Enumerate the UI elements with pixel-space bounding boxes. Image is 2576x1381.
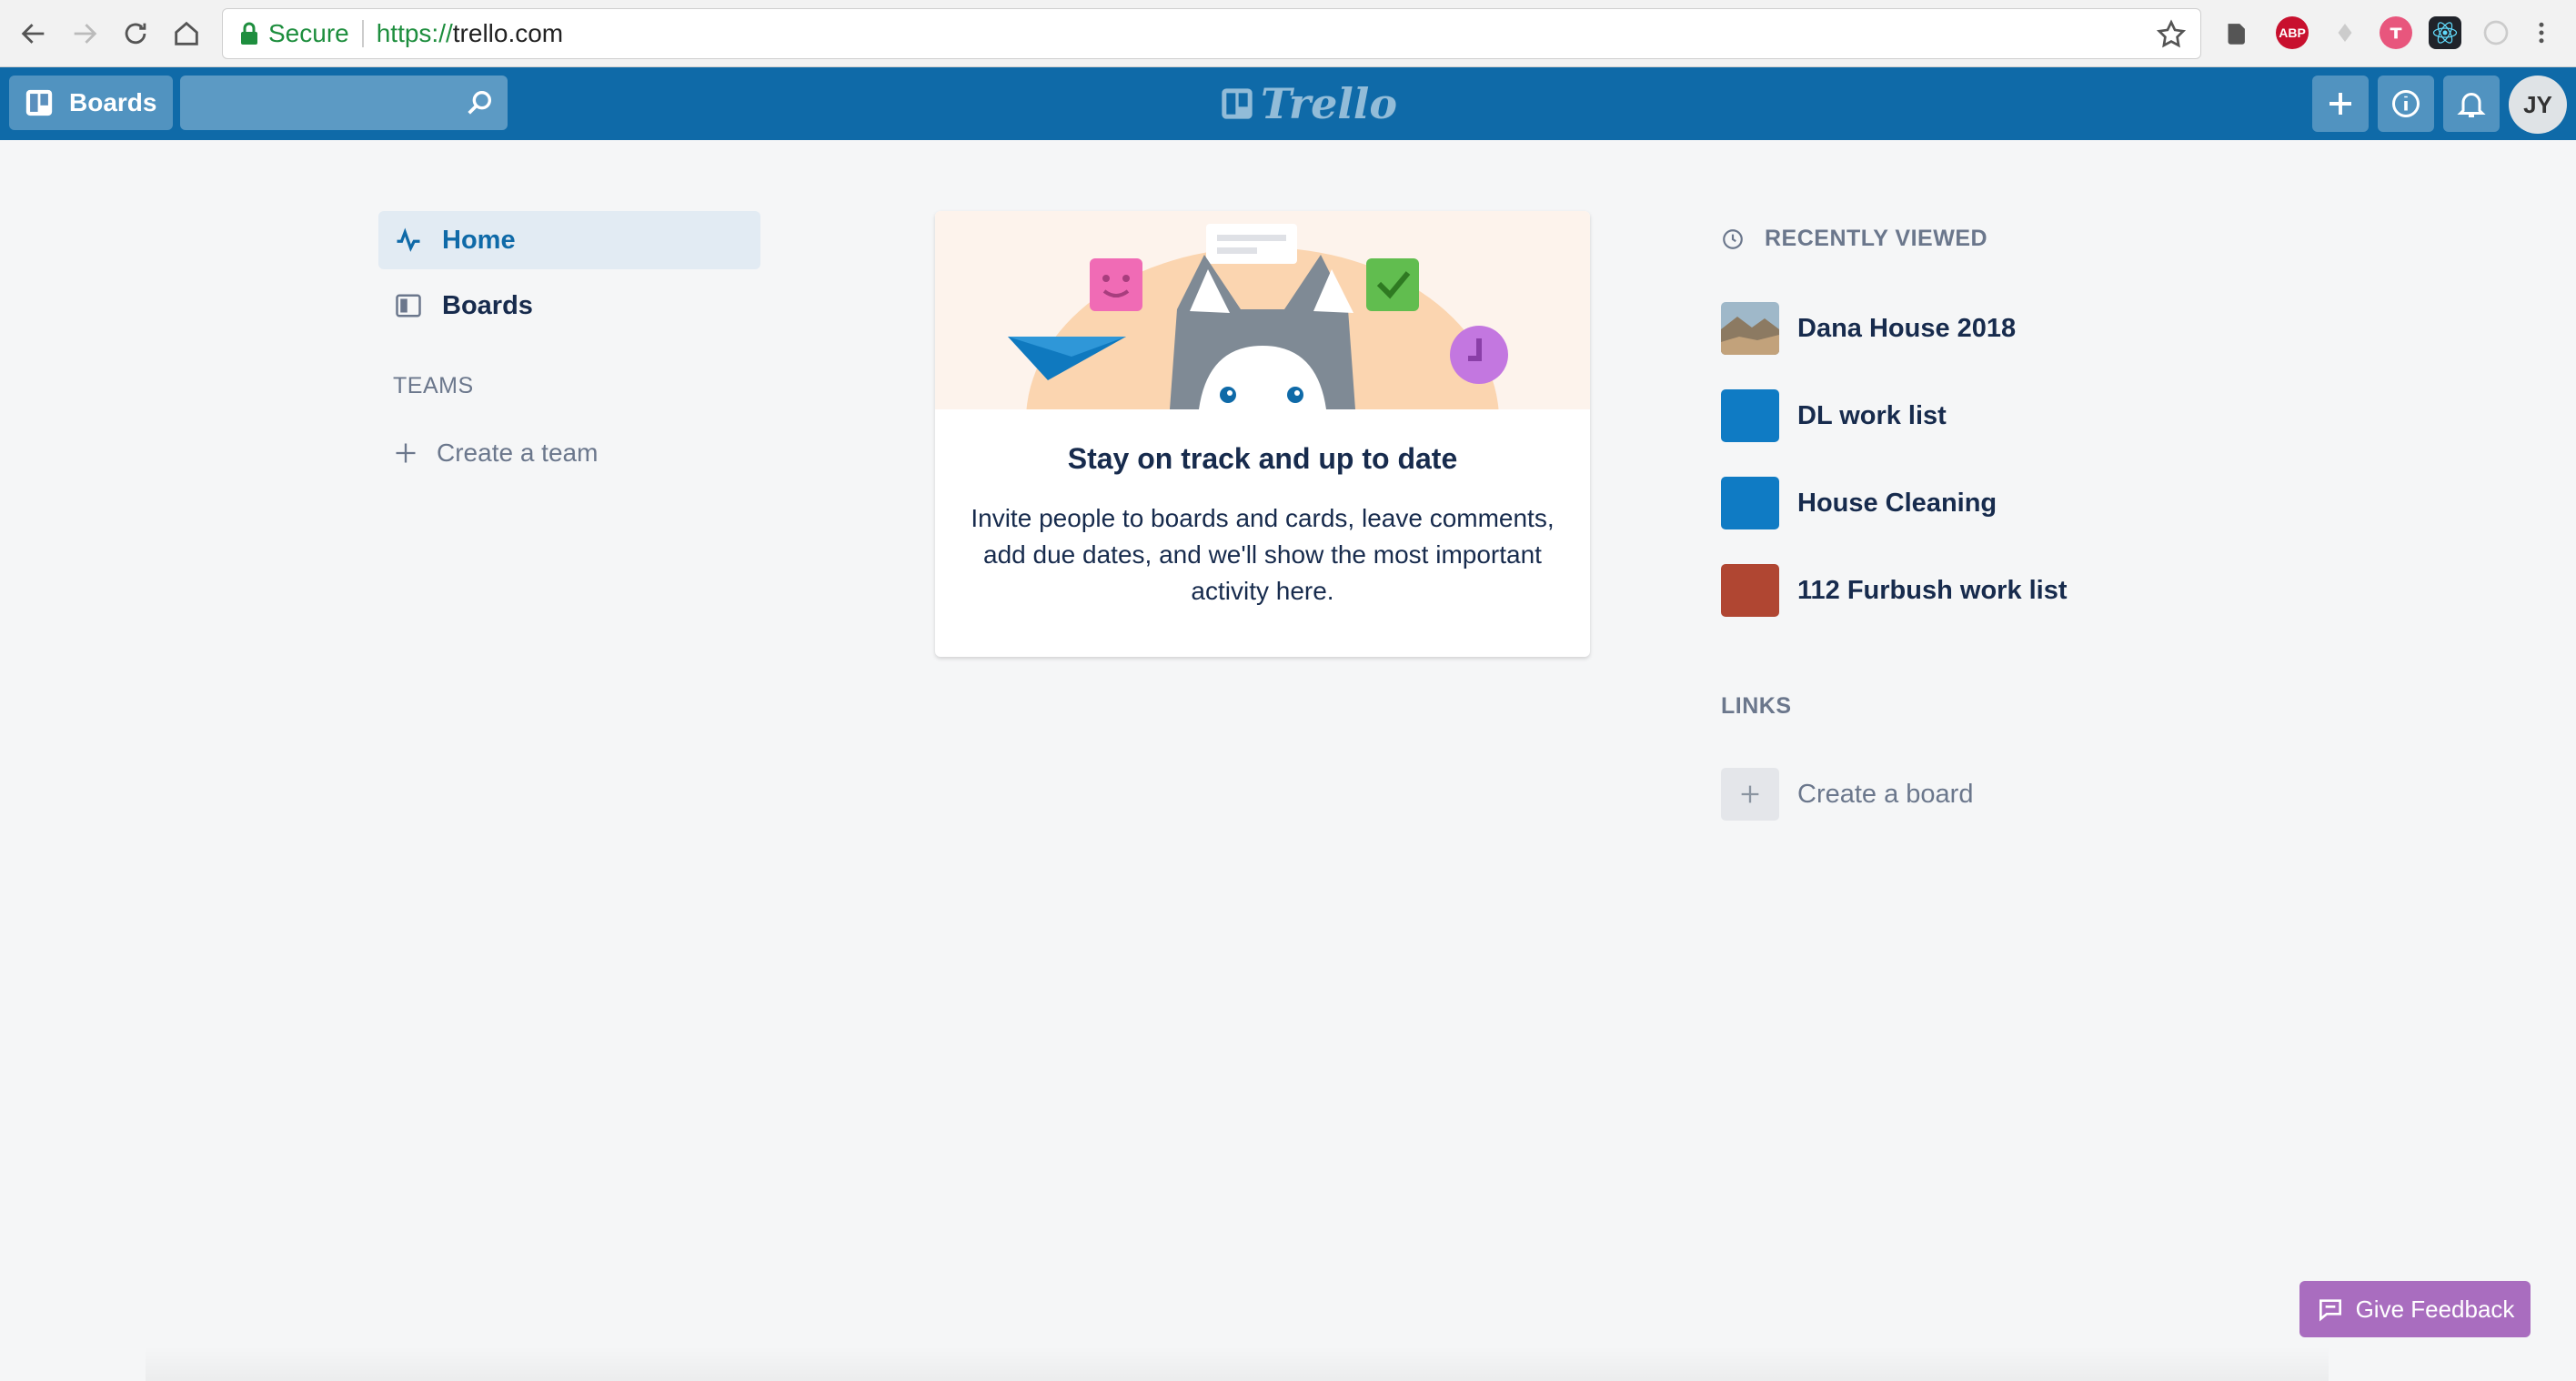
react-icon[interactable] [2429, 16, 2461, 49]
board-link-112-furbush-work-list[interactable]: 112 Furbush work list [1721, 564, 2139, 617]
board-thumbnail [1721, 302, 1779, 355]
boards-menu-button[interactable]: Boards [9, 76, 173, 130]
info-icon [2392, 90, 2420, 117]
trello-logo-text: Trello [1261, 79, 1398, 128]
card-body: Invite people to boards and cards, leave… [971, 504, 1555, 605]
create-board-label: Create a board [1797, 779, 1974, 809]
sidebar-item-label: Boards [442, 290, 533, 320]
home-icon [175, 21, 198, 45]
board-link-dana-house-2018[interactable]: Dana House 2018 [1721, 302, 2139, 355]
reload-button[interactable] [115, 13, 156, 55]
adblock-icon[interactable]: ABP [2276, 16, 2309, 49]
trello-logo[interactable]: Trello [1219, 79, 1398, 128]
trello-ext-icon[interactable] [2380, 16, 2412, 49]
search-icon[interactable] [464, 87, 495, 118]
board-link-house-cleaning[interactable]: House Cleaning [1721, 477, 2139, 529]
divider [361, 20, 364, 47]
links-heading: LINKS [1721, 693, 1792, 719]
avatar-initials: JY [2523, 90, 2552, 118]
board-thumbnail [1721, 477, 1779, 529]
board-name: DL work list [1797, 400, 1947, 430]
create-team-link[interactable]: Create a team [393, 438, 598, 468]
plus-icon [1741, 785, 1759, 803]
plus-icon [396, 443, 416, 463]
feedback-icon [2319, 1299, 2341, 1322]
forward-button[interactable] [64, 13, 106, 55]
evernote-icon[interactable] [2219, 16, 2252, 49]
address-bar[interactable]: Secure https://trello.com [222, 8, 2201, 59]
create-team-label: Create a team [437, 438, 599, 467]
sidebar-item-label: Home [442, 225, 516, 255]
page-bottom-shadow [146, 1346, 2329, 1381]
activity-icon [397, 227, 420, 252]
sidebar-item-boards[interactable]: Boards [378, 277, 760, 335]
recently-viewed-heading: RECENTLY VIEWED [1721, 226, 1987, 252]
card-title: Stay on track and up to date [1067, 442, 1458, 475]
arrow-left-icon [21, 24, 45, 44]
avatar[interactable]: JY [2509, 76, 2567, 134]
browser-toolbar: Secure https://trello.com ABP [0, 0, 2576, 67]
board-thumbnail [1721, 389, 1779, 442]
bookmark-star-icon[interactable] [2155, 18, 2188, 51]
info-button[interactable] [2378, 76, 2434, 132]
plus-icon [2329, 93, 2351, 115]
board-name: 112 Furbush work list [1797, 575, 2068, 605]
secure-label: Secure [268, 19, 349, 47]
create-board-link[interactable]: Create a board [1721, 768, 1973, 821]
url-host: trello.com [452, 19, 564, 47]
url-protocol: https:// [376, 19, 453, 47]
home-button[interactable] [166, 13, 207, 55]
create-button[interactable] [2312, 76, 2369, 132]
app-header: Boards Trello JY [0, 67, 2576, 140]
give-feedback-button[interactable]: Give Feedback [2299, 1281, 2531, 1337]
recently-viewed-label: RECENTLY VIEWED [1765, 226, 1988, 251]
arrow-right-icon [74, 24, 97, 44]
teams-heading: TEAMS [393, 373, 474, 398]
sidebar-item-home[interactable]: Home [378, 211, 760, 269]
ext2-icon[interactable] [2480, 16, 2512, 49]
trello-logo-icon [1222, 88, 1253, 119]
give-feedback-label: Give Feedback [2355, 1295, 2515, 1323]
ext-icon[interactable] [2329, 16, 2361, 49]
board-name: Dana House 2018 [1797, 313, 2017, 343]
board-icon [396, 294, 421, 318]
clock-icon [1723, 228, 1743, 249]
search-input[interactable] [180, 76, 508, 130]
lock-icon [241, 22, 257, 45]
board-link-dl-work-list[interactable]: DL work list [1721, 389, 2139, 442]
chrome-menu-icon[interactable] [2525, 16, 2558, 49]
boards-menu-label: Boards [69, 88, 157, 116]
board-name: House Cleaning [1797, 488, 1997, 518]
adblock-label: ABP [2279, 25, 2306, 40]
board-thumbnail [1721, 564, 1779, 617]
bell-icon [2457, 93, 2486, 117]
back-button[interactable] [13, 13, 55, 55]
reload-icon [125, 23, 146, 45]
board-icon [25, 89, 53, 116]
husky-illustration [935, 211, 1590, 409]
create-board-box [1721, 768, 1779, 821]
notifications-button[interactable] [2443, 76, 2500, 132]
activity-empty-card: Stay on track and up to date Invite peop… [935, 211, 1590, 657]
